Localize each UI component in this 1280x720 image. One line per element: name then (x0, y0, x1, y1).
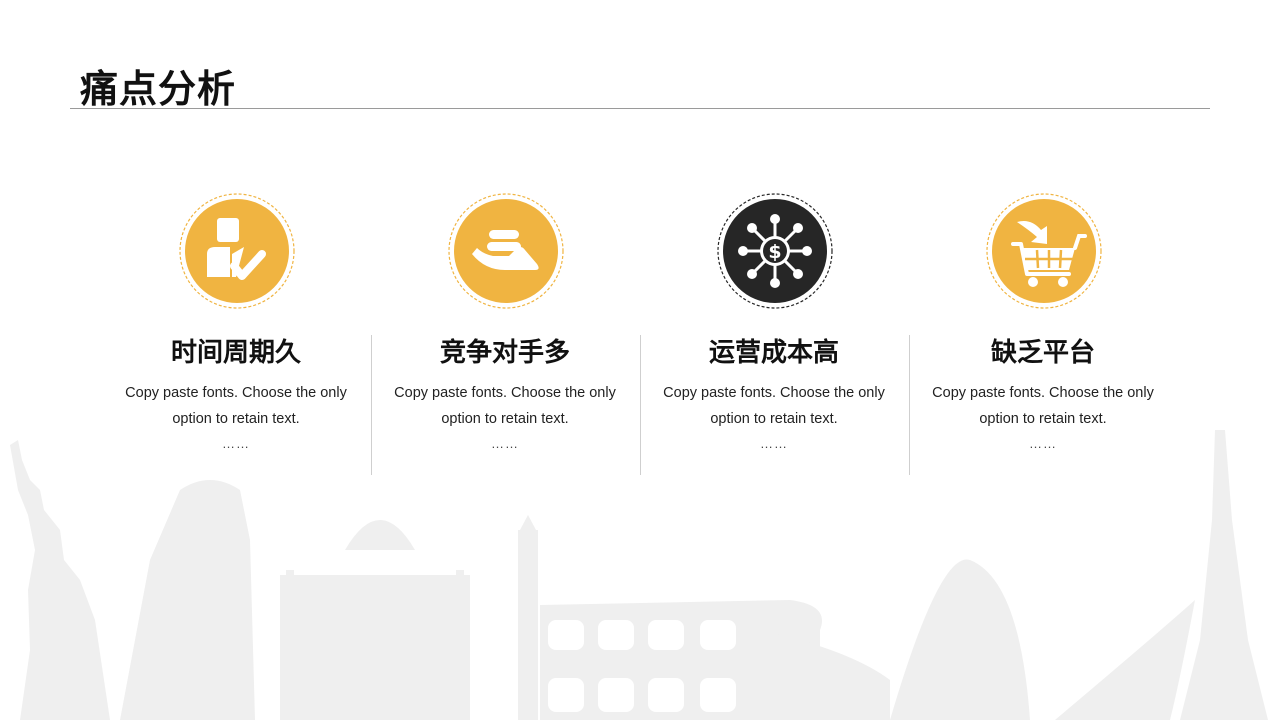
card-ellipsis: …… (760, 436, 788, 451)
title-underline (70, 108, 1210, 109)
card-description: Copy paste fonts. Choose the only option… (640, 380, 908, 432)
card-description-line2: option to retain text. (172, 411, 300, 427)
dollar-network-icon: $ (717, 193, 833, 309)
card-description: Copy paste fonts. Choose the only option… (371, 380, 639, 432)
card-description-line2: option to retain text. (710, 411, 838, 427)
card-description: Copy paste fonts. Choose the only option… (102, 380, 370, 432)
card-description-line1: Copy paste fonts. Choose the only (663, 385, 885, 401)
shopping-cart-icon (986, 193, 1102, 309)
card-time-cycle: 时间周期久 Copy paste fonts. Choose the only … (102, 192, 370, 482)
card-title: 时间周期久 (170, 338, 301, 368)
page-title: 痛点分析 (80, 67, 237, 111)
card-description-line2: option to retain text. (441, 411, 569, 427)
card-ellipsis: …… (222, 436, 250, 451)
card-description-line2: option to retain text. (979, 411, 1107, 427)
card-title: 缺乏平台 (990, 338, 1095, 368)
card-title: 运营成本高 (708, 338, 839, 368)
card-description-line1: Copy paste fonts. Choose the only (125, 385, 347, 401)
card-operating-cost: $ 运营成本高 Copy paste fonts. Choose the onl… (640, 192, 908, 482)
card-lack-of-platform: 缺乏平台 Copy paste fonts. Choose the only o… (909, 192, 1177, 482)
card-description-line1: Copy paste fonts. Choose the only (932, 385, 1154, 401)
card-ellipsis: …… (491, 436, 519, 451)
businessman-check-icon (179, 193, 295, 309)
hand-coins-icon (448, 193, 564, 309)
card-title: 竞争对手多 (439, 338, 570, 368)
svg-text:$: $ (768, 241, 781, 263)
card-ellipsis: …… (1029, 436, 1057, 451)
card-description-line1: Copy paste fonts. Choose the only (394, 385, 616, 401)
card-competitors: 竞争对手多 Copy paste fonts. Choose the only … (371, 192, 639, 482)
card-description: Copy paste fonts. Choose the only option… (909, 380, 1177, 432)
